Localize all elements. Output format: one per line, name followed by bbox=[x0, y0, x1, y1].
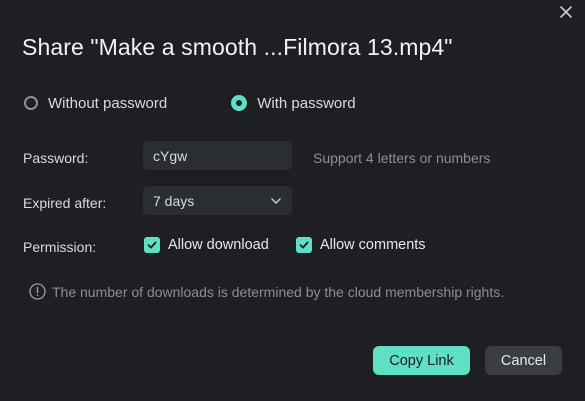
radio-label: Without password bbox=[48, 94, 168, 112]
chevron-down-icon bbox=[271, 197, 281, 204]
dialog-title: Share "Make a smooth ...Filmora 13.mp4" bbox=[22, 34, 453, 60]
radio-unselected-icon bbox=[24, 96, 38, 110]
download-info-note: The number of downloads is determined by… bbox=[29, 283, 504, 300]
permission-label: Permission: bbox=[23, 239, 97, 255]
checkbox-checked-icon bbox=[144, 237, 160, 253]
password-label: Password: bbox=[23, 150, 89, 166]
password-input[interactable]: cYgw bbox=[143, 141, 292, 170]
expired-value: 7 days bbox=[153, 192, 195, 209]
info-icon bbox=[29, 283, 46, 300]
password-mode-group: Without password With password bbox=[24, 93, 356, 113]
info-text: The number of downloads is determined by… bbox=[52, 283, 505, 300]
password-hint: Support 4 letters or numbers bbox=[313, 150, 491, 166]
radio-with-password[interactable]: With password bbox=[231, 94, 356, 112]
expired-label: Expired after: bbox=[23, 195, 107, 211]
checkbox-label: Allow download bbox=[168, 237, 269, 253]
checkbox-checked-icon bbox=[296, 237, 312, 253]
allow-comments-checkbox[interactable]: Allow comments bbox=[296, 237, 426, 253]
radio-label: With password bbox=[257, 94, 356, 112]
radio-without-password[interactable]: Without password bbox=[24, 95, 167, 112]
checkbox-label: Allow comments bbox=[320, 237, 426, 253]
expired-select[interactable]: 7 days bbox=[143, 186, 292, 215]
allow-download-checkbox[interactable]: Allow download bbox=[144, 237, 269, 253]
close-icon[interactable] bbox=[558, 4, 574, 20]
share-dialog: Share "Make a smooth ...Filmora 13.mp4" … bbox=[0, 0, 585, 401]
password-value: cYgw bbox=[153, 147, 188, 164]
copy-link-button[interactable]: Copy Link bbox=[373, 346, 470, 375]
cancel-button[interactable]: Cancel bbox=[485, 346, 562, 375]
radio-selected-icon bbox=[231, 95, 248, 111]
